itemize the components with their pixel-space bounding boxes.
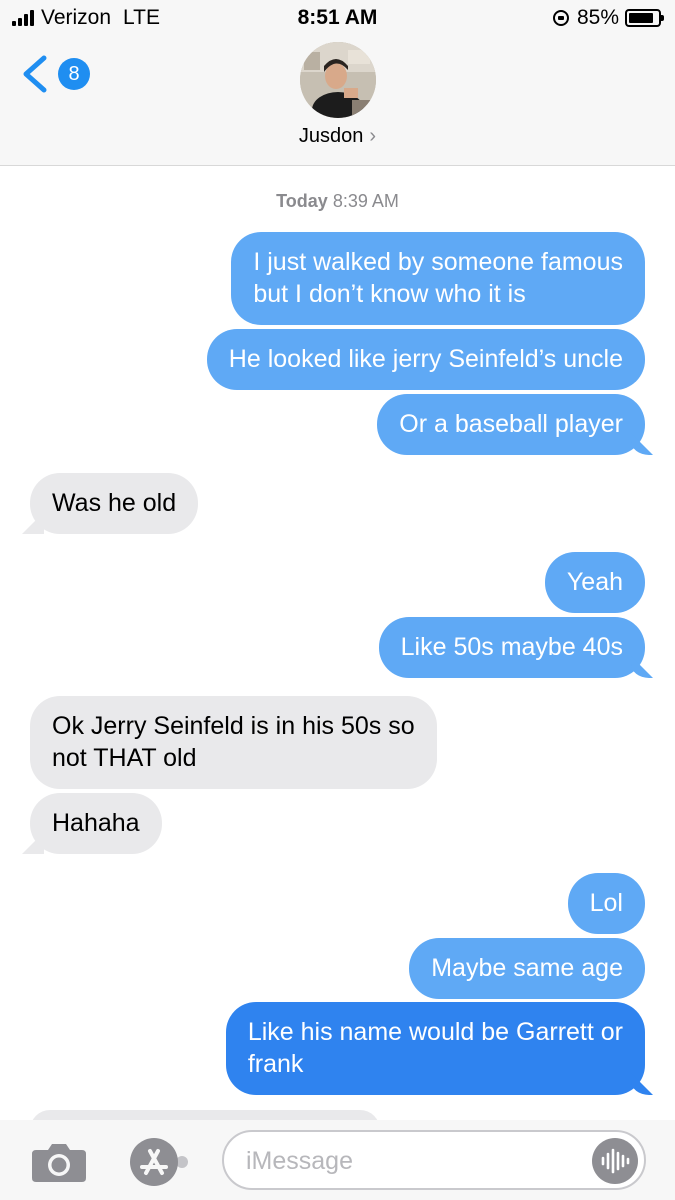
contact-avatar[interactable] bbox=[300, 42, 376, 118]
outgoing-message[interactable]: Like his name would be Garrett or frank bbox=[225, 1002, 645, 1095]
incoming-message[interactable]: Ok Jerry Seinfeld is in his 50s so not T… bbox=[30, 696, 437, 789]
chevron-left-icon bbox=[23, 55, 47, 93]
outgoing-message[interactable]: Yeah bbox=[544, 552, 645, 613]
status-bar: Verizon LTE 8:51 AM 85% bbox=[0, 0, 675, 36]
battery-percent: 85% bbox=[576, 6, 619, 29]
rotation-lock-icon bbox=[552, 10, 569, 26]
outgoing-message[interactable]: Maybe same age bbox=[409, 938, 645, 999]
timestamp-time: 8:39 AM bbox=[332, 191, 399, 211]
avatar-photo bbox=[300, 42, 376, 118]
app-store-icon[interactable] bbox=[126, 1137, 188, 1187]
battery-icon bbox=[625, 9, 664, 27]
messages-screen: Verizon LTE 8:51 AM 85% 8 Jusdon › Today… bbox=[0, 0, 675, 1200]
contact-name-button[interactable]: Jusdon › bbox=[0, 125, 675, 148]
status-right: 85% bbox=[552, 6, 664, 30]
audio-message-button[interactable] bbox=[592, 1138, 638, 1184]
outgoing-message[interactable]: He looked like jerry Seinfeld’s uncle bbox=[206, 329, 645, 390]
contact-name: Jusdon bbox=[298, 125, 364, 147]
outgoing-message[interactable]: I just walked by someone famous but I do… bbox=[231, 232, 645, 325]
outgoing-message[interactable]: Lol bbox=[567, 873, 645, 934]
message-field[interactable] bbox=[222, 1130, 646, 1190]
timestamp-day: Today bbox=[276, 191, 328, 211]
chevron-right-icon: › bbox=[369, 125, 377, 147]
incoming-message[interactable]: Hahaha bbox=[30, 793, 162, 854]
audio-message-icon bbox=[601, 1148, 630, 1174]
incoming-message[interactable]: Was he old bbox=[30, 473, 199, 534]
conversation-header: 8 Jusdon › bbox=[0, 36, 675, 166]
conversation-timestamp: Today 8:39 AM bbox=[0, 191, 675, 212]
message-input-bar bbox=[0, 1120, 675, 1200]
outgoing-message[interactable]: Or a baseball player bbox=[377, 394, 645, 455]
battery-level-fill bbox=[629, 13, 653, 23]
back-button[interactable]: 8 bbox=[18, 54, 90, 94]
outgoing-message[interactable]: Like 50s maybe 40s bbox=[378, 617, 645, 678]
message-input[interactable] bbox=[246, 1142, 586, 1180]
unread-count-badge: 8 bbox=[58, 58, 90, 90]
camera-icon[interactable] bbox=[30, 1142, 88, 1182]
